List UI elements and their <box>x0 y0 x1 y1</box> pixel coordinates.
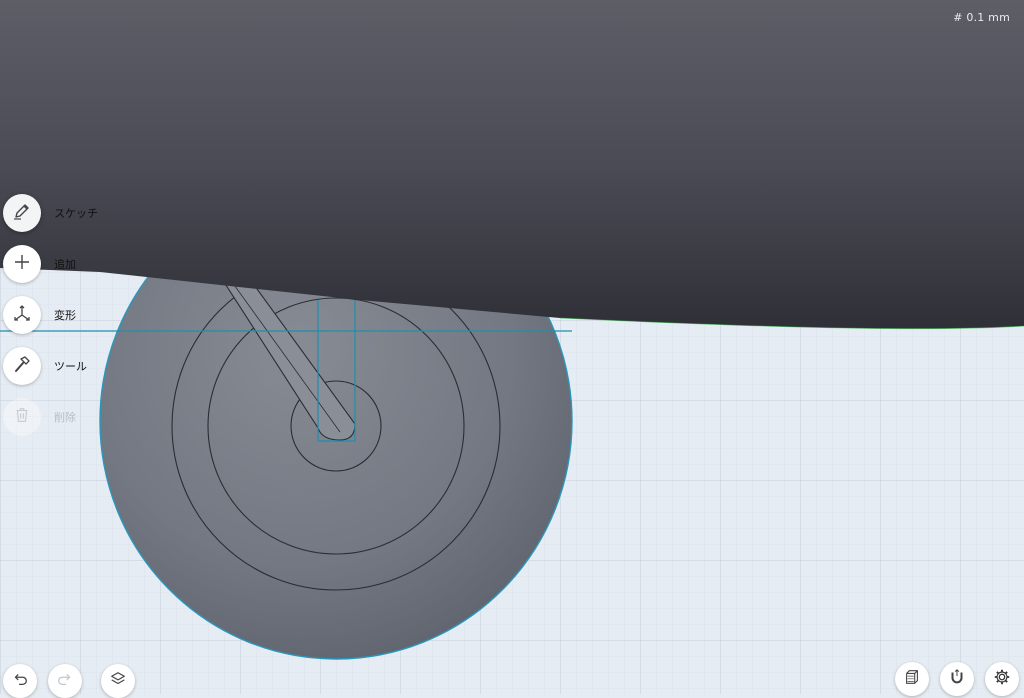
transform-icon <box>12 303 32 327</box>
tool-add-label: 追加 <box>54 258 76 271</box>
tool-delete[interactable]: 削除 <box>3 398 76 436</box>
redo-button[interactable] <box>48 664 82 698</box>
redo-icon <box>56 670 74 692</box>
hammer-icon <box>12 354 32 378</box>
tool-delete-label: 削除 <box>54 411 76 424</box>
layers-icon <box>109 670 127 692</box>
snap-button[interactable] <box>940 662 974 696</box>
transform-button[interactable] <box>3 296 41 334</box>
tool-tools[interactable]: ツール <box>3 347 87 385</box>
undo-icon <box>11 670 29 692</box>
grid-size-readout: # 0.1 mm <box>953 11 1010 24</box>
magnet-icon <box>948 668 966 690</box>
undo-button[interactable] <box>3 664 37 698</box>
layers-button[interactable] <box>101 664 135 698</box>
tool-add[interactable]: 追加 <box>3 245 76 283</box>
tool-transform[interactable]: 変形 <box>3 296 76 334</box>
tool-tools-label: ツール <box>54 360 87 373</box>
tool-sketch-label: スケッチ <box>54 207 98 220</box>
tool-transform-label: 変形 <box>54 309 76 322</box>
tools-button[interactable] <box>3 347 41 385</box>
view-cube-icon <box>903 668 921 690</box>
view-cube-button[interactable] <box>895 662 929 696</box>
settings-button[interactable] <box>985 662 1019 696</box>
plus-icon <box>12 252 32 276</box>
pencil-icon <box>12 201 32 225</box>
delete-button[interactable] <box>3 398 41 436</box>
add-button[interactable] <box>3 245 41 283</box>
gear-icon <box>993 668 1011 690</box>
viewport-canvas[interactable] <box>0 0 1024 694</box>
trash-icon <box>13 406 31 428</box>
sketch-button[interactable] <box>3 194 41 232</box>
tool-sketch[interactable]: スケッチ <box>3 194 98 232</box>
